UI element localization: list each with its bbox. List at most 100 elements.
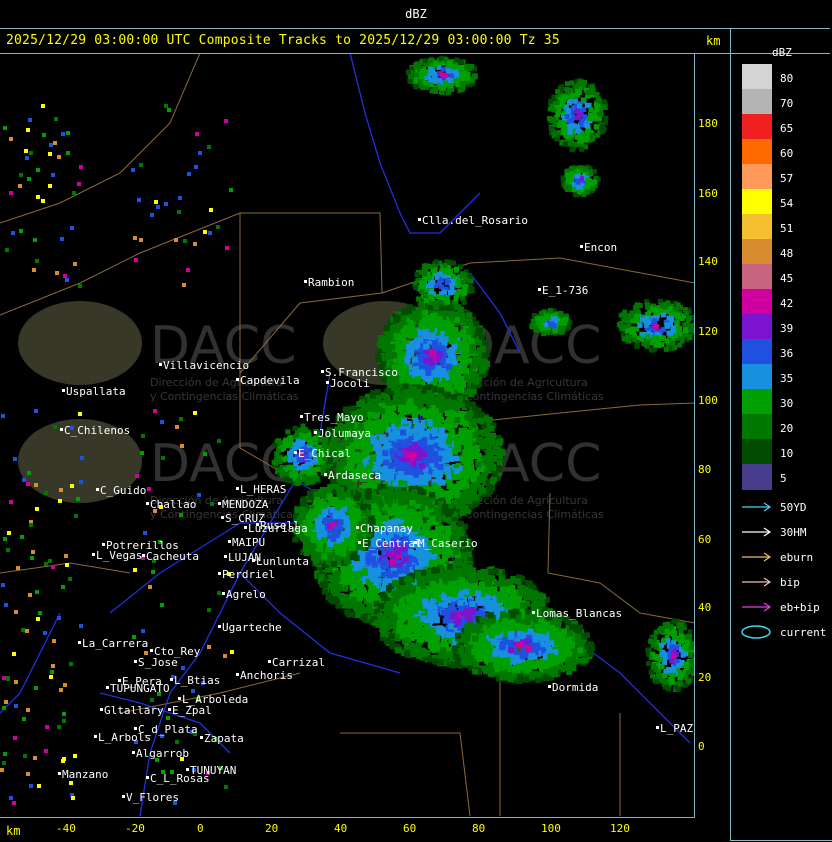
place-label: Challao <box>150 498 197 511</box>
place-marker <box>218 625 221 628</box>
svg-text:y Contingencias Climáticas: y Contingencias Climáticas <box>150 390 299 403</box>
place-label: TUPUNGATO <box>110 682 170 695</box>
place-label: Ardaseca <box>328 469 381 482</box>
legend-level-label: 39 <box>780 322 794 335</box>
legend-swatch <box>742 114 772 140</box>
place-marker <box>548 685 551 688</box>
place-marker <box>178 697 181 700</box>
place-label: Gltallary <box>104 704 164 717</box>
y-tick-label: 140 <box>698 255 718 268</box>
place-label: Zapata <box>204 732 244 745</box>
place-marker <box>122 795 125 798</box>
track-label: eburn <box>780 551 814 564</box>
place-marker <box>268 660 271 663</box>
place-marker <box>134 660 137 663</box>
legend-swatch <box>742 189 772 215</box>
legend-title: dBZ <box>772 46 792 59</box>
place-marker <box>244 526 247 529</box>
legend-level-label: 65 <box>780 122 794 135</box>
x-tick-label: 20 <box>265 822 279 835</box>
place-marker <box>321 370 324 373</box>
place-label: C_Chilenos <box>64 424 131 437</box>
x-tick-label: 0 <box>197 822 204 835</box>
place-label: L_Btias <box>174 674 221 687</box>
place-marker <box>218 572 221 575</box>
place-label: Jolumaya <box>318 427 371 440</box>
x-tick-label: 40 <box>334 822 348 835</box>
place-label: V_Flores <box>126 791 179 804</box>
unit-label-bottom: km <box>6 824 21 838</box>
y-tick-label: 0 <box>698 740 705 753</box>
y-tick-label: 20 <box>698 671 712 684</box>
legend-level-label: 80 <box>780 72 794 85</box>
legend-level-label: 45 <box>780 272 794 285</box>
legend-swatch <box>742 389 772 415</box>
legend-swatch <box>742 239 772 265</box>
y-tick-label: 60 <box>698 533 712 546</box>
place-label: Lomas_Blancas <box>536 607 623 620</box>
place-label: Lunlunta <box>256 555 309 568</box>
place-marker <box>532 611 535 614</box>
x-tick-label: 120 <box>610 822 630 835</box>
place-marker <box>78 641 81 644</box>
place-label: MENDOZA <box>222 498 269 511</box>
place-marker <box>132 751 135 754</box>
place-marker <box>58 772 61 775</box>
y-tick-label: 100 <box>698 394 718 407</box>
legend-swatch <box>742 289 772 315</box>
place-marker <box>60 428 63 431</box>
place-label: L_HERAS <box>240 483 287 496</box>
legend-swatch <box>742 439 772 465</box>
place-marker <box>186 768 189 771</box>
legend-swatch <box>742 464 772 490</box>
unit-label-top: km <box>706 34 721 48</box>
track-arrow-icon <box>742 502 772 512</box>
place-label: E_Zpal <box>172 704 212 717</box>
place-marker <box>146 776 149 779</box>
place-label: E_1-736 <box>542 284 589 297</box>
track-label: current <box>780 626 827 639</box>
place-label: E_Central <box>362 537 422 550</box>
legend-level-label: 48 <box>780 247 794 260</box>
place-label: La_Carrera <box>82 637 149 650</box>
place-marker <box>100 708 103 711</box>
track-arrow-icon <box>742 527 772 537</box>
x-tick-label: -40 <box>56 822 76 835</box>
place-marker <box>324 473 327 476</box>
svg-text:y Contingencias Climáticas: y Contingencias Climáticas <box>455 390 604 403</box>
place-marker <box>236 487 239 490</box>
track-arrow-icon <box>742 552 772 562</box>
track-arrow-icon <box>742 602 772 612</box>
place-label: Jocoli <box>330 377 370 390</box>
place-label: Encon <box>584 241 618 254</box>
place-marker <box>92 553 95 556</box>
place-label: Dormida <box>552 681 599 694</box>
place-marker <box>96 488 99 491</box>
y-tick-label: 180 <box>698 117 718 130</box>
place-marker <box>294 451 297 454</box>
place-marker <box>236 378 239 381</box>
place-marker <box>200 736 203 739</box>
place-label: Rambion <box>308 276 355 289</box>
place-marker <box>146 502 149 505</box>
place-marker <box>142 554 145 557</box>
legend-swatch <box>742 339 772 365</box>
place-marker <box>300 415 303 418</box>
track-label: bip <box>780 576 800 589</box>
place-label: Perdriel <box>222 568 275 581</box>
place-marker <box>236 673 239 676</box>
track-label: eb+bip <box>780 601 820 614</box>
legend-level-label: 60 <box>780 147 794 160</box>
place-marker <box>134 727 137 730</box>
place-label: L_Vegas <box>96 549 143 562</box>
place-marker <box>218 502 221 505</box>
place-marker <box>62 389 65 392</box>
legend-level-label: 5 <box>780 472 787 485</box>
place-marker <box>150 649 153 652</box>
place-label: Manzano <box>62 768 109 781</box>
place-label: Anchoris <box>240 669 293 682</box>
place-label: MAIPU <box>232 536 266 549</box>
place-label: Agrelo <box>226 588 266 601</box>
place-marker <box>418 218 421 221</box>
place-marker <box>102 543 105 546</box>
